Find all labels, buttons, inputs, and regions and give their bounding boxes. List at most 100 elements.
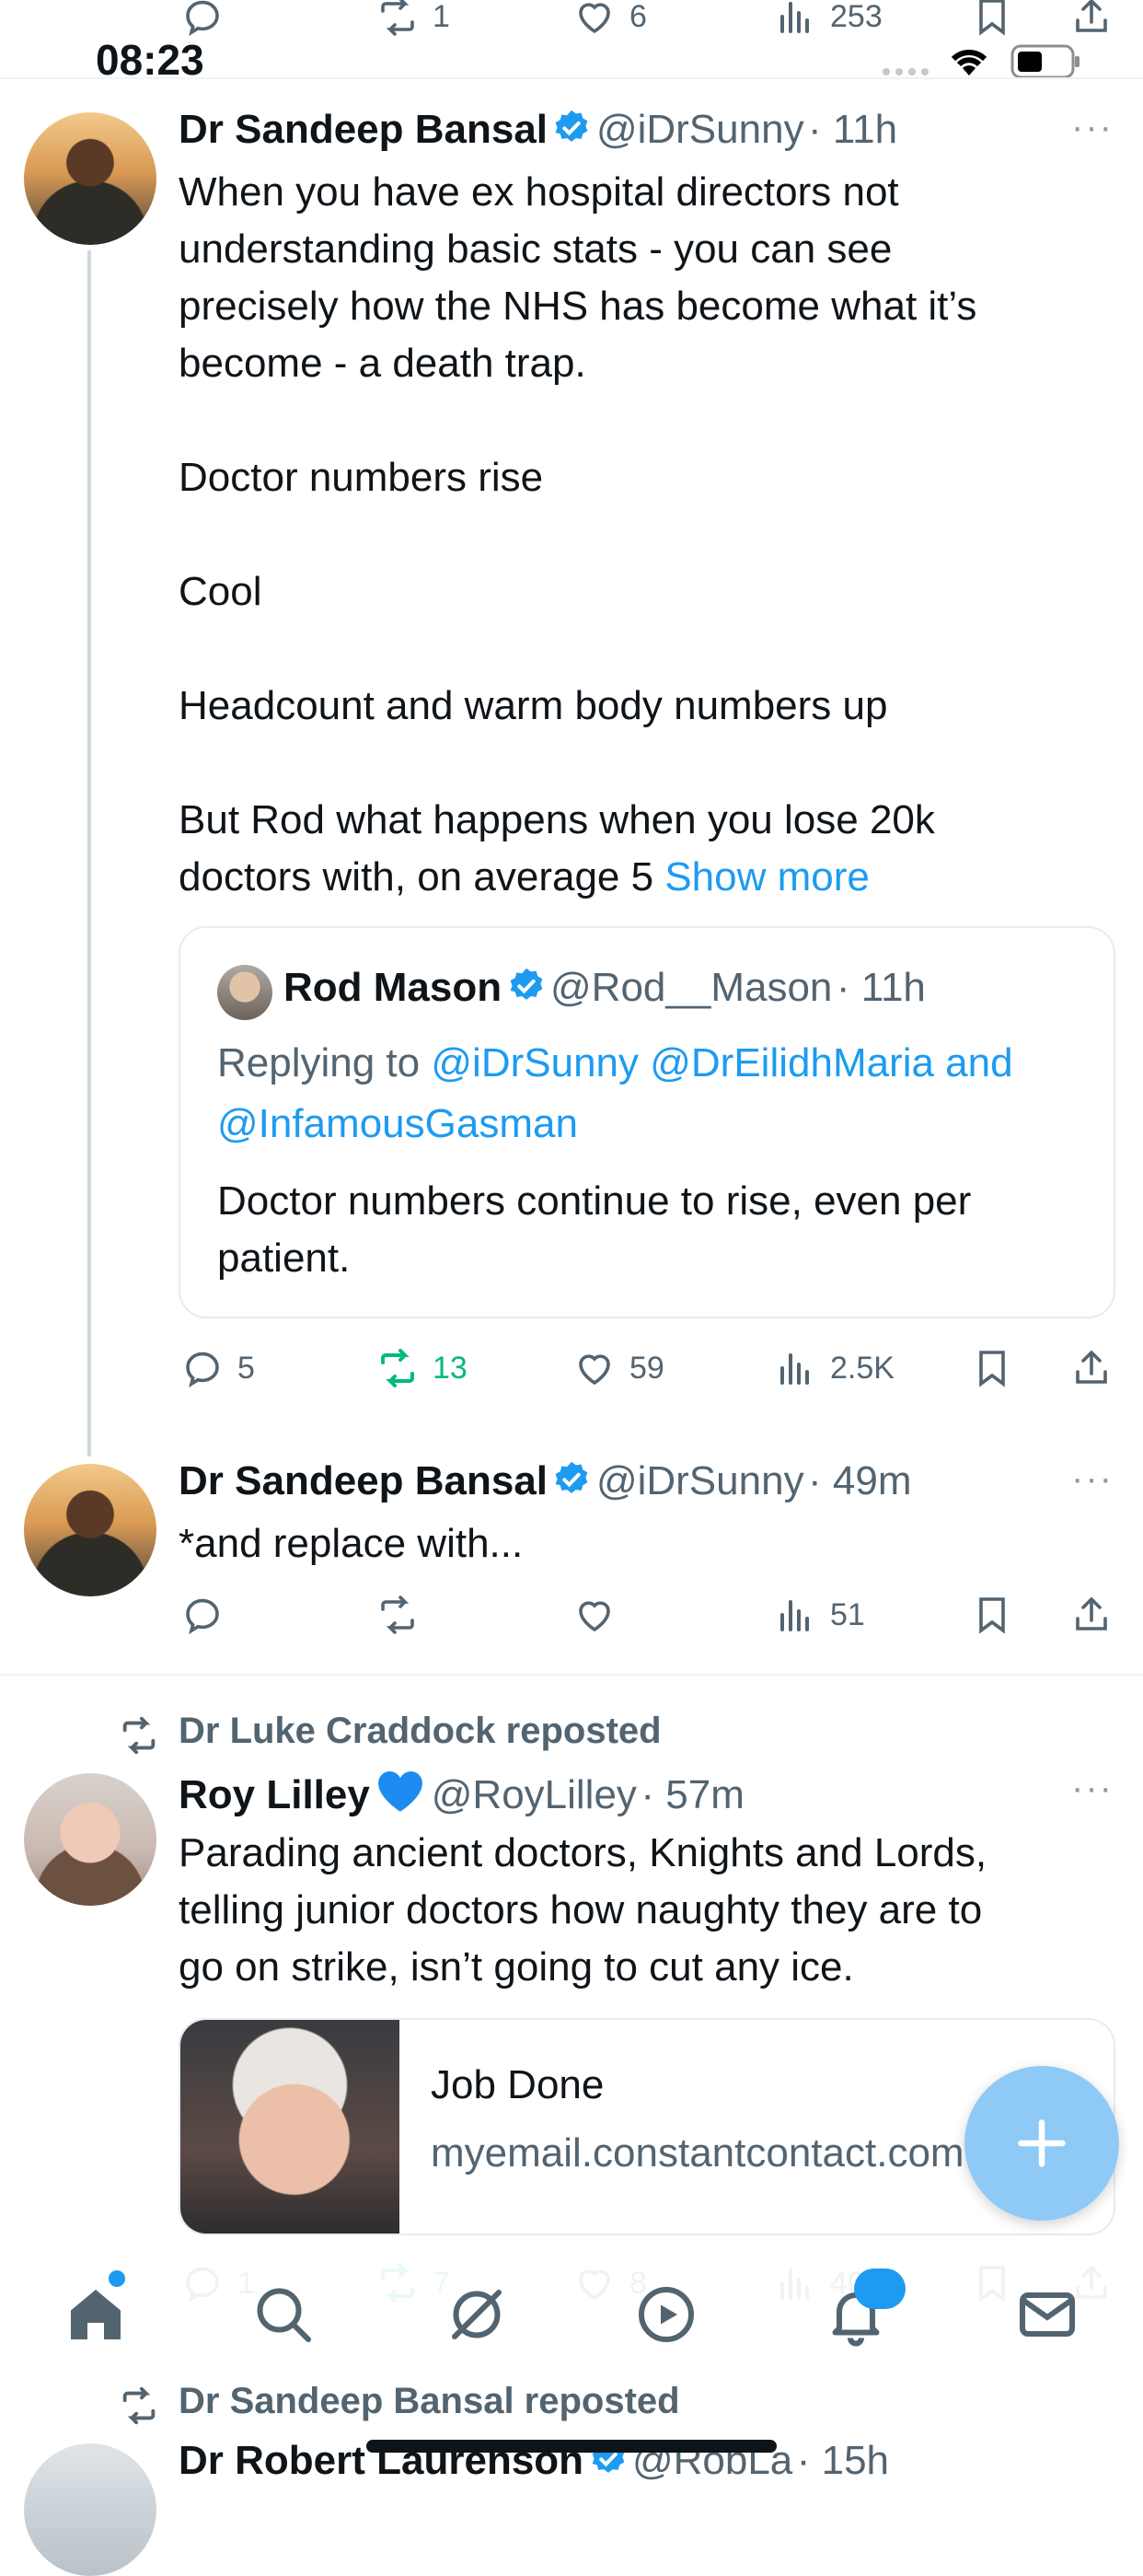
- home-icon: [71, 2290, 121, 2339]
- repost-icon: [118, 2385, 160, 2431]
- tweet-time: · 11h: [808, 107, 898, 152]
- quoted-tweet[interactable]: Rod Mason @Rod__Mason · 11h Replying to …: [179, 926, 1115, 1318]
- views-count: 2.5K: [830, 1350, 895, 1386]
- quoted-text: Doctor numbers continue to rise, even pe…: [217, 1178, 972, 1281]
- avatar[interactable]: [24, 2443, 156, 2576]
- repost-button[interactable]: [375, 1593, 420, 1637]
- reply-icon: [186, 0, 219, 37]
- tweet-time: · 11h: [836, 965, 926, 1010]
- tweet-time: · 57m: [641, 1772, 745, 1817]
- repost-count: 1: [433, 0, 450, 34]
- tab-search[interactable]: [250, 2281, 317, 2348]
- share-icon: [1076, 0, 1107, 32]
- author-handle[interactable]: @iDrSunny: [596, 1458, 804, 1503]
- verified-icon: [556, 110, 588, 142]
- tweet-time: · 49m: [808, 1458, 912, 1503]
- replying-prefix: Replying to: [217, 1040, 421, 1085]
- home-indicator: [366, 2440, 777, 2453]
- tweet-header: Dr Sandeep Bansal @iDrSunny · 11h: [179, 107, 897, 153]
- show-more-link[interactable]: Show more: [664, 854, 870, 899]
- reply-count: 5: [237, 1350, 255, 1386]
- views-button[interactable]: 253: [773, 0, 883, 39]
- author-handle[interactable]: @RoyLilley: [432, 1772, 637, 1817]
- repost-button[interactable]: 13: [375, 1346, 468, 1390]
- notification-badge: [854, 2269, 906, 2309]
- author-name[interactable]: Roy Lilley: [179, 1772, 370, 1817]
- avatar[interactable]: [217, 965, 272, 1020]
- like-button[interactable]: 59: [572, 1346, 664, 1390]
- compose-button[interactable]: [964, 2066, 1119, 2221]
- bookmark-icon: [979, 1351, 1005, 1387]
- reply-button[interactable]: [180, 0, 225, 39]
- share-button[interactable]: [1069, 1346, 1114, 1390]
- quoted-header: Rod Mason @Rod__Mason · 11h: [283, 965, 926, 1011]
- reply-icon: [186, 1352, 219, 1388]
- views-icon: [780, 1600, 809, 1631]
- like-icon: [579, 3, 610, 34]
- repost-count: 13: [433, 1350, 468, 1386]
- reposted-by[interactable]: Dr Luke Craddock reposted: [179, 1711, 662, 1752]
- repost-button[interactable]: 1: [375, 0, 450, 39]
- author-handle: @Rod__Mason: [550, 965, 833, 1010]
- like-count: 59: [629, 1350, 664, 1386]
- repost-icon: [381, 1595, 414, 1634]
- replying-to: Replying to @iDrSunny @DrEilidhMaria and…: [217, 1033, 1101, 1155]
- repost-icon: [118, 1714, 160, 1761]
- tab-notifications[interactable]: [823, 2269, 906, 2348]
- tab-home[interactable]: [63, 2281, 129, 2348]
- avatar[interactable]: [24, 1464, 156, 1596]
- author-name[interactable]: Dr Sandeep Bansal: [179, 1458, 548, 1503]
- signal-dots-icon: [882, 64, 933, 75]
- share-button[interactable]: [1069, 0, 1114, 39]
- play-icon: [639, 2287, 694, 2342]
- bookmark-button[interactable]: [970, 0, 1014, 39]
- avatar[interactable]: [24, 112, 156, 245]
- like-icon: [579, 1354, 610, 1386]
- bottom-tab-bar: [0, 2246, 1143, 2394]
- bookmark-button[interactable]: [970, 1346, 1014, 1390]
- divider: [0, 1674, 1143, 1676]
- reply-button[interactable]: 5: [180, 1346, 255, 1390]
- bookmark-icon: [979, 0, 1005, 36]
- reply-button[interactable]: [180, 1593, 225, 1637]
- share-icon: [1076, 1350, 1107, 1384]
- link-thumbnail: [180, 2020, 399, 2234]
- more-icon[interactable]: ···: [1071, 1768, 1114, 1809]
- more-icon[interactable]: ···: [1071, 107, 1114, 148]
- reposted-by[interactable]: Dr Sandeep Bansal reposted: [179, 2381, 680, 2422]
- author-name[interactable]: Dr Sandeep Bansal: [179, 107, 548, 152]
- grok-icon: [452, 2290, 502, 2339]
- avatar[interactable]: [24, 1773, 156, 1906]
- views-button[interactable]: 51: [773, 1593, 865, 1637]
- tweet-header: Dr Sandeep Bansal @iDrSunny · 49m: [179, 1458, 912, 1504]
- tab-messages[interactable]: [1014, 2281, 1080, 2348]
- tweet-text: Parading ancient doctors, Knights and Lo…: [179, 1830, 987, 1990]
- bookmark-icon: [979, 1597, 1005, 1634]
- tab-grok[interactable]: [444, 2281, 510, 2348]
- wifi-icon: [948, 44, 990, 82]
- share-button[interactable]: [1069, 1593, 1114, 1637]
- like-icon: [579, 1601, 610, 1632]
- repost-icon: [381, 0, 414, 36]
- search-icon: [257, 2288, 311, 2342]
- blue-heart-icon: [378, 1771, 423, 1812]
- tweet-header: Roy Lilley @RoyLilley · 57m: [179, 1768, 745, 1818]
- tweet-text: When you have ex hospital directors not …: [179, 164, 1099, 906]
- mail-icon: [1020, 2292, 1075, 2337]
- compose-icon: [1018, 2119, 1066, 2167]
- views-count: 253: [830, 0, 883, 34]
- author-handle[interactable]: @iDrSunny: [596, 107, 804, 152]
- verified-icon: [556, 1461, 588, 1493]
- like-button[interactable]: [572, 1593, 617, 1637]
- share-icon: [1076, 1596, 1107, 1630]
- views-icon: [780, 2, 809, 33]
- views-count: 51: [830, 1596, 865, 1632]
- divider: [0, 77, 1143, 79]
- like-button[interactable]: 6: [572, 0, 647, 39]
- card-domain: myemail.constantcontact.com: [431, 2130, 964, 2176]
- bookmark-button[interactable]: [970, 1593, 1014, 1637]
- thread-line: [87, 250, 91, 1456]
- more-icon[interactable]: ···: [1071, 1458, 1114, 1500]
- views-button[interactable]: 2.5K: [773, 1346, 895, 1390]
- tab-video[interactable]: [633, 2281, 699, 2348]
